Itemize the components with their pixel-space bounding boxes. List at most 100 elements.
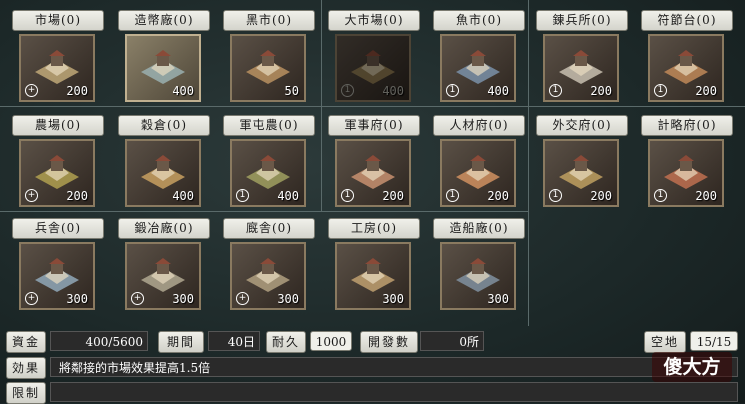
building-stable[interactable]: 廐舎(0) +300 [223, 218, 315, 310]
granary-icon [141, 155, 185, 189]
funds-value: 400/5600 [50, 331, 148, 351]
effect-label: 効果 [6, 357, 46, 379]
building-smithy[interactable]: 鍛冶廠(0) +300 [118, 218, 210, 310]
building-tile[interactable]: 1 400 [440, 34, 516, 102]
building-label: 穀倉(0) [118, 115, 210, 136]
building-label: 黑市(0) [223, 10, 315, 31]
one-circle-icon: 1 [446, 189, 459, 202]
building-tile[interactable]: 300 [335, 242, 411, 310]
building-cost: 300 [277, 292, 299, 306]
building-tile[interactable]: +300 [19, 242, 95, 310]
farm-icon [35, 155, 79, 189]
barracks-icon [35, 258, 79, 292]
one-circle-icon: 1 [341, 84, 354, 97]
building-workshop[interactable]: 工房(0) 300 [328, 218, 420, 310]
info-panel: 資金 400/5600 期間 40日 耐久 1000 開發數 0所 空地 15/… [0, 326, 745, 404]
militaryfarm-icon [246, 155, 290, 189]
building-tile[interactable]: 1 200 [440, 139, 516, 207]
building-tile[interactable]: 400 [125, 34, 201, 102]
building-tally[interactable]: 符節台(0) 1 200 [641, 10, 733, 102]
one-circle-icon: 1 [446, 84, 459, 97]
plus-circle-icon: + [131, 292, 144, 305]
building-tile[interactable]: +300 [125, 242, 201, 310]
group-divider [528, 211, 529, 326]
building-cost: 200 [487, 189, 509, 203]
building-label: 大市場(0) [328, 10, 420, 31]
building-tile[interactable]: 50 [230, 34, 306, 102]
building-cost: 200 [66, 189, 88, 203]
building-cost: 200 [382, 189, 404, 203]
mint-icon [141, 50, 185, 84]
plus-circle-icon: + [25, 189, 38, 202]
building-tile[interactable]: 1 200 [648, 34, 724, 102]
building-cost: 50 [284, 84, 299, 98]
building-shipyard[interactable]: 造船廠(0) 300 [433, 218, 525, 310]
building-tile[interactable]: 1 200 [648, 139, 724, 207]
building-farm[interactable]: 農場(0) +200 [12, 115, 104, 207]
building-diplomacy[interactable]: 外交府(0) 1 200 [536, 115, 628, 207]
bigmarket-icon [351, 50, 395, 84]
building-cost: 400 [382, 84, 404, 98]
building-drill[interactable]: 錬兵所(0) 1 200 [536, 10, 628, 102]
strategy-icon [664, 155, 708, 189]
building-label: 市場(0) [12, 10, 104, 31]
building-label: 魚市(0) [433, 10, 525, 31]
period-label: 期間 [158, 331, 204, 353]
building-barracks[interactable]: 兵舎(0) +300 [12, 218, 104, 310]
building-label: 造幣廠(0) [118, 10, 210, 31]
building-tile[interactable]: 300 [440, 242, 516, 310]
plus-circle-icon: + [25, 84, 38, 97]
building-militaryoffice[interactable]: 軍事府(0) 1 200 [328, 115, 420, 207]
building-cost: 400 [487, 84, 509, 98]
one-circle-icon: 1 [549, 84, 562, 97]
building-label: 錬兵所(0) [536, 10, 628, 31]
militaryoffice-icon [351, 155, 395, 189]
building-cost: 300 [66, 292, 88, 306]
plus-circle-icon: + [236, 292, 249, 305]
watermark-logo: 傻大方 [652, 352, 732, 382]
building-grid: 市場(0) +200 造幣廠(0) 400 黑市(0) 50 大市場(0) 1 400 魚市(0)… [0, 0, 745, 326]
building-label: 計略府(0) [641, 115, 733, 136]
limit-label: 限制 [6, 382, 46, 404]
group-divider [321, 0, 322, 106]
building-cost: 400 [172, 84, 194, 98]
building-market[interactable]: 市場(0) +200 [12, 10, 104, 102]
diplomacy-icon [559, 155, 603, 189]
shipyard-icon [456, 258, 500, 292]
group-divider [528, 0, 529, 211]
building-cost: 300 [382, 292, 404, 306]
one-circle-icon: 1 [654, 189, 667, 202]
funds-label: 資金 [6, 331, 46, 353]
building-tile[interactable]: 400 [125, 139, 201, 207]
development-value: 0所 [420, 331, 484, 351]
building-tile[interactable]: 1 200 [543, 139, 619, 207]
building-strategy[interactable]: 計略府(0) 1 200 [641, 115, 733, 207]
building-tile[interactable]: +200 [19, 139, 95, 207]
building-talentoffice[interactable]: 人材府(0) 1 200 [433, 115, 525, 207]
market-icon [35, 50, 79, 84]
building-cost: 300 [487, 292, 509, 306]
row-divider [0, 211, 528, 212]
building-label: 軍屯農(0) [223, 115, 315, 136]
building-granary[interactable]: 穀倉(0) 400 [118, 115, 210, 207]
building-mint[interactable]: 造幣廠(0) 400 [118, 10, 210, 102]
building-tile[interactable]: 1 400 [230, 139, 306, 207]
building-blackmarket[interactable]: 黑市(0) 50 [223, 10, 315, 102]
building-label: 外交府(0) [536, 115, 628, 136]
building-tile[interactable]: 1 400 [335, 34, 411, 102]
building-cost: 200 [695, 189, 717, 203]
building-militaryfarm[interactable]: 軍屯農(0) 1 400 [223, 115, 315, 207]
building-tile[interactable]: 1 200 [543, 34, 619, 102]
building-cost: 400 [277, 189, 299, 203]
tally-icon [664, 50, 708, 84]
limit-value [50, 382, 738, 402]
building-bigmarket[interactable]: 大市場(0) 1 400 [328, 10, 420, 102]
building-cost: 200 [590, 84, 612, 98]
building-tile[interactable]: +300 [230, 242, 306, 310]
space-value: 15/15 [690, 331, 738, 351]
building-fishmarket[interactable]: 魚市(0) 1 400 [433, 10, 525, 102]
building-tile[interactable]: 1 200 [335, 139, 411, 207]
building-label: 兵舎(0) [12, 218, 104, 239]
building-tile[interactable]: +200 [19, 34, 95, 102]
row-divider [0, 106, 745, 107]
